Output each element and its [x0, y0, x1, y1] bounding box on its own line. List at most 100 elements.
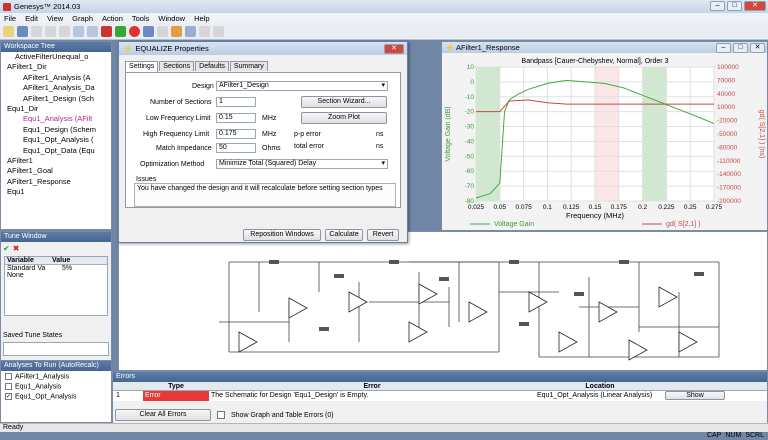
copy-icon[interactable] [45, 25, 56, 37]
high-frequency-label: High Frequency Limit [143, 131, 210, 138]
match-impedance-unit: Ohms [262, 145, 281, 152]
tree-item[interactable]: Equ1_Opt_Data (Equ [3, 146, 111, 156]
stop-icon[interactable] [101, 25, 112, 37]
menu-item[interactable]: Edit [25, 14, 38, 23]
menu-item[interactable]: Graph [72, 14, 93, 23]
menu-item[interactable]: Window [158, 14, 185, 23]
tab-settings[interactable]: Settings [125, 61, 159, 72]
tree-item[interactable]: Equ1_Analysis (AFilt [3, 114, 111, 124]
table-icon[interactable] [199, 25, 210, 37]
revert-button[interactable]: Revert [367, 229, 399, 241]
optimization-method-select[interactable]: Minimize Total (Squared) Delay ▾ [216, 159, 388, 169]
section-wizard-button[interactable]: Section Wizard... [301, 96, 387, 108]
tree-item[interactable]: AFilter1_Design (Sch [3, 94, 111, 104]
tree-item[interactable]: AFilter1_Analysis (A [3, 73, 111, 83]
design-select[interactable]: AFilter1_Design ▾ [216, 81, 388, 91]
zoom-icon[interactable] [143, 25, 154, 37]
y2-tick-label: -200000 [717, 198, 741, 205]
y-tick-label: -30 [465, 124, 475, 131]
tune-toolbar: ✔ ✖ [1, 242, 111, 254]
tree-item[interactable]: AFilter1 [3, 156, 111, 166]
open-folder-icon[interactable] [3, 25, 14, 37]
paste-icon[interactable] [59, 25, 70, 37]
zoom-plot-button[interactable]: Zoom Plot [301, 112, 387, 124]
tune-row[interactable]: Standard Va 5% [5, 265, 107, 272]
menu-item[interactable]: Help [194, 14, 209, 23]
tree-item[interactable]: Equ1 [3, 187, 111, 197]
issues-label: Issues [136, 176, 157, 183]
tree-item[interactable]: AFilter1_Analysis_Da [3, 83, 111, 93]
tree-item[interactable]: ActiveFilterUnequal_o [3, 52, 111, 62]
redo-icon[interactable] [87, 25, 98, 37]
analysis-item[interactable]: AFilter1_Analysis [5, 373, 107, 383]
show-label: Show [686, 392, 704, 399]
y-axis-label: Voltage Gain (dB) [445, 106, 452, 161]
error-location: Equ1_Opt_Analysis (Linear Analysis) [537, 392, 653, 399]
calculate-label: Calculate [329, 231, 359, 238]
tab-defaults[interactable]: Defaults [195, 61, 229, 71]
workspace-tree: ActiveFilterUnequal_o AFilter1_Dir AFilter… [1, 52, 111, 198]
match-impedance-input[interactable]: 50 [216, 143, 256, 153]
equalize-dialog: ⚡ EQUALIZE Properties ✕ Settings Sections… [118, 41, 408, 243]
analysis-item[interactable]: ✓ Equ1_Opt_Analysis [5, 393, 107, 403]
saved-tune-states-list[interactable] [3, 342, 109, 356]
cut-icon[interactable] [31, 25, 42, 37]
x-tick-label: 0.275 [706, 204, 723, 211]
tab-summary[interactable]: Summary [229, 61, 268, 71]
error-row[interactable]: 1 Error The Schematic for Design 'Equ1_D… [113, 391, 767, 401]
graph-close-button[interactable]: ✕ [750, 43, 765, 53]
y2-tick-label: -140000 [717, 171, 741, 178]
grid-icon[interactable] [157, 25, 168, 37]
low-frequency-input[interactable]: 0.15 [216, 113, 256, 123]
menu-item[interactable]: File [4, 14, 16, 23]
maximize-button[interactable]: □ [727, 1, 742, 11]
analysis-checkbox[interactable]: ✓ [5, 393, 12, 400]
analysis-checkbox[interactable] [5, 383, 12, 390]
graph-minimize-button[interactable]: – [716, 43, 731, 53]
clear-all-errors-button[interactable]: Clear All Errors [115, 409, 211, 421]
tree-item[interactable]: AFilter1_Goal [3, 166, 111, 176]
x-tick-label: 0.05 [493, 204, 506, 211]
check-icon[interactable]: ✔ [3, 244, 10, 253]
show-graph-errors-checkbox[interactable] [217, 411, 225, 419]
menu-item[interactable]: Action [102, 14, 123, 23]
tree-item[interactable]: Equ1_Opt_Analysis ( [3, 135, 111, 145]
record-icon[interactable] [129, 25, 140, 37]
reposition-windows-button[interactable]: Reposition Windows [243, 229, 321, 241]
chart-title: Bandpass [Cauer-Chebyshev, Normal], Orde… [522, 58, 669, 65]
tree-item[interactable]: Equ1_Dir [3, 104, 111, 114]
calculate-button[interactable]: Calculate [325, 229, 363, 241]
schematic-window[interactable] [118, 231, 768, 371]
reposition-label: Reposition Windows [250, 231, 314, 238]
tune-icon[interactable] [171, 25, 182, 37]
analysis-item[interactable]: Equ1_Analysis [5, 383, 107, 393]
graph-maximize-button[interactable]: □ [733, 43, 748, 53]
clear-all-label: Clear All Errors [139, 411, 187, 418]
delete-icon[interactable]: ✖ [13, 244, 20, 253]
help-icon[interactable] [213, 25, 224, 37]
dialog-close-button[interactable]: ✕ [384, 44, 404, 54]
menu-item[interactable]: View [47, 14, 63, 23]
sections-input[interactable]: 1 [216, 97, 256, 107]
undo-icon[interactable] [73, 25, 84, 37]
tree-item[interactable]: AFilter1_Response [3, 177, 111, 187]
chevron-down-icon: ▾ [381, 160, 385, 167]
high-frequency-input[interactable]: 0.175 [216, 129, 256, 139]
graph-icon[interactable] [185, 25, 196, 37]
dialog-title: EQUALIZE Properties [135, 44, 209, 53]
tree-item[interactable]: Equ1_Design (Schem [3, 125, 111, 135]
tune-row[interactable]: None [5, 272, 107, 279]
analysis-checkbox[interactable] [5, 373, 12, 380]
close-button[interactable]: ✕ [744, 1, 766, 11]
error-type: Error [143, 391, 209, 401]
show-error-button[interactable]: Show [665, 391, 725, 400]
run-icon[interactable] [115, 25, 126, 37]
menu-item[interactable]: Tools [132, 14, 150, 23]
tab-sections[interactable]: Sections [159, 61, 195, 71]
issues-text: You have changed the design and it will … [134, 183, 396, 207]
save-icon[interactable] [17, 25, 28, 37]
tree-item[interactable]: AFilter1_Dir [3, 62, 111, 72]
graph-window[interactable]: ⚡ AFilter1_Response – □ ✕ 0.025 0.05 0.075… [441, 41, 768, 231]
minimize-button[interactable]: – [710, 1, 725, 11]
y2-tick-label: -80000 [717, 144, 738, 151]
